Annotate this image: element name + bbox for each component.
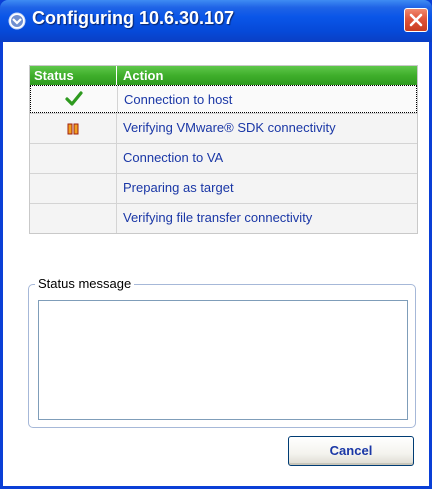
close-icon [409, 13, 423, 27]
pause-icon [67, 123, 79, 134]
status-cell [31, 86, 118, 112]
table-row[interactable]: Verifying file transfer connectivity [30, 203, 417, 233]
action-cell: Verifying VMware® SDK connectivity [123, 120, 336, 135]
table-row[interactable]: Verifying VMware® SDK connectivity [30, 113, 417, 143]
status-message-field[interactable] [38, 300, 408, 420]
table-row[interactable]: Connection to host [30, 85, 417, 113]
status-cell [30, 144, 117, 173]
status-cell [30, 174, 117, 203]
action-cell: Connection to VA [123, 150, 224, 165]
cancel-button[interactable]: Cancel [288, 436, 414, 466]
close-button[interactable] [404, 8, 428, 32]
status-cell [30, 114, 117, 143]
status-message-label: Status message [35, 276, 135, 291]
column-header-status[interactable]: Status [30, 66, 117, 85]
status-message-group: Status message [28, 276, 416, 428]
table-row[interactable]: Connection to VA [30, 143, 417, 173]
checkmark-icon [65, 91, 83, 106]
action-cell: Verifying file transfer connectivity [123, 210, 313, 225]
status-cell [30, 204, 117, 233]
table-header: Status Action [30, 66, 417, 85]
window-title: Configuring 10.6.30.107 [32, 8, 235, 28]
action-cell: Connection to host [124, 92, 233, 107]
vmware-gear-icon [8, 12, 26, 30]
action-cell: Preparing as target [123, 180, 234, 195]
dialog-body: Status Action Connection to host Verifyi… [3, 42, 429, 486]
configure-dialog: Configuring 10.6.30.107 Status Action Co… [0, 0, 432, 489]
column-header-action[interactable]: Action [117, 66, 417, 85]
table-row[interactable]: Preparing as target [30, 173, 417, 203]
title-bar[interactable]: Configuring 10.6.30.107 [0, 0, 432, 42]
progress-table: Status Action Connection to host Verifyi… [29, 65, 418, 234]
